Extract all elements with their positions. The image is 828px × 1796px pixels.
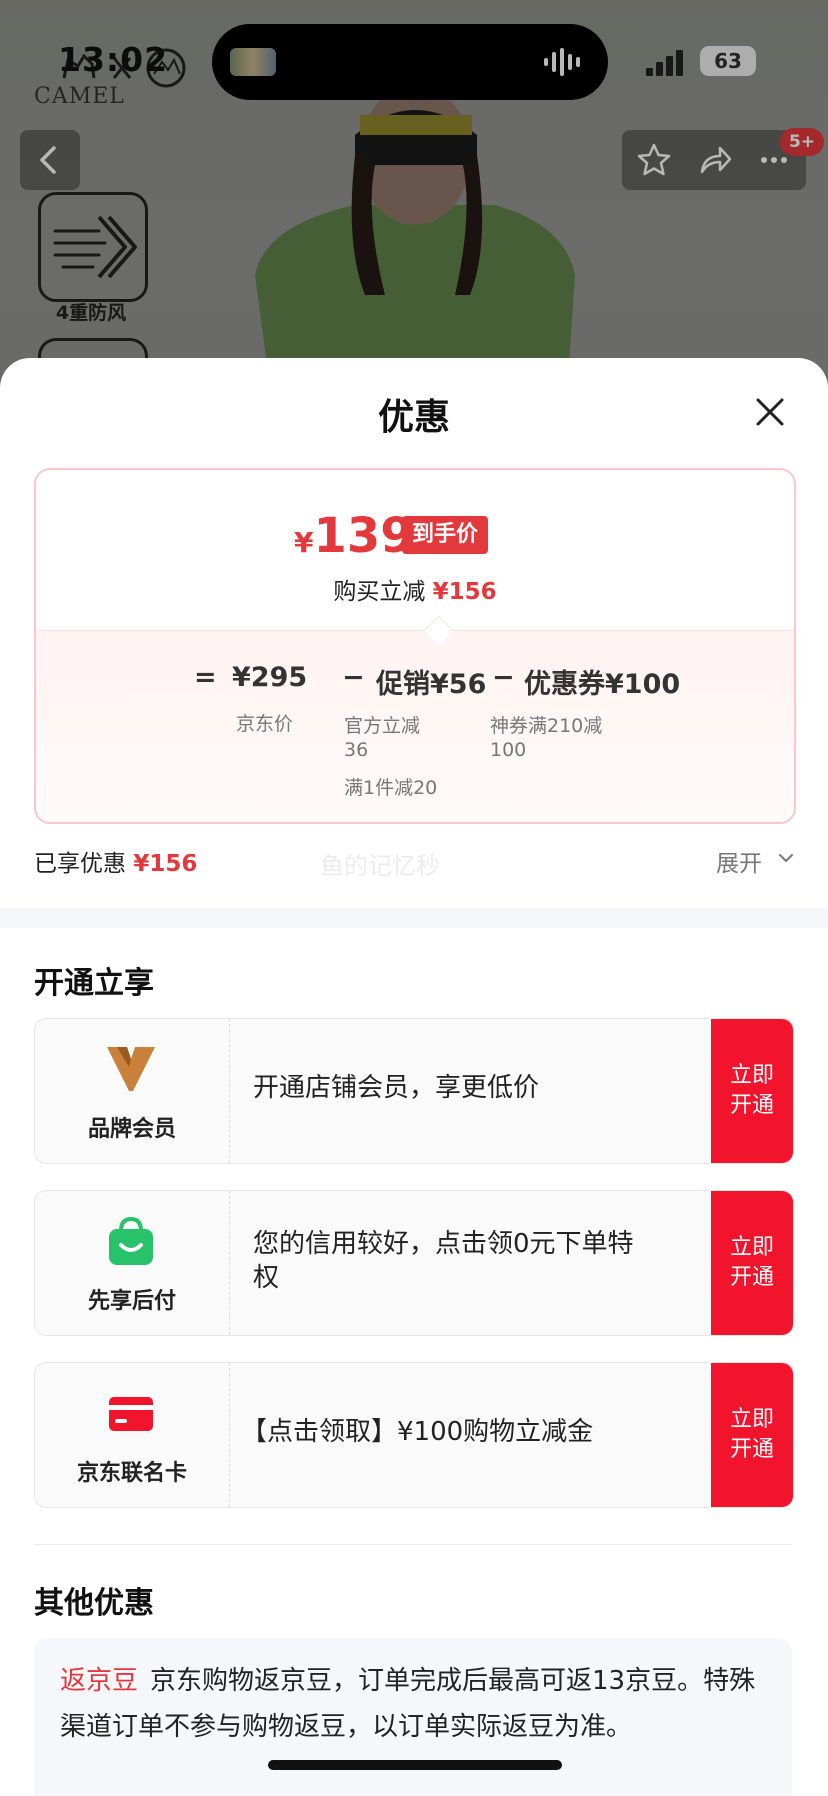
equals-sign: = [194, 662, 217, 693]
offer-brand-member[interactable]: 品牌会员 开通店铺会员，享更低价 立即开通 [34, 1018, 794, 1164]
activate-button-label: 立即开通 [729, 1407, 774, 1462]
minus-sign-2: − [492, 662, 515, 693]
reduce-amount: ¥156 [432, 579, 497, 605]
offer-co-brand-card[interactable]: 京东联名卡 【点击领取】¥100购物立减金 立即开通 [34, 1362, 794, 1508]
section-divider [0, 908, 828, 928]
final-price-currency: ¥ [294, 526, 314, 559]
brand-member-icon [107, 1047, 155, 1091]
pay-later-bag-icon [109, 1216, 153, 1265]
jd-bean-rebate-card: 返京豆 京东购物返京豆，订单完成后最高可返13京豆。特殊渠道订单不参与购物返豆，以… [34, 1638, 792, 1796]
activate-button[interactable]: 立即开通 [711, 1191, 793, 1335]
promo-detail-2: 36 [344, 739, 369, 761]
activate-button-label: 立即开通 [729, 1235, 774, 1290]
offer-label: 先享后付 [87, 1289, 176, 1314]
offer-left-panel: 京东联名卡 [35, 1363, 230, 1507]
offer-label: 品牌会员 [87, 1117, 176, 1142]
base-price-label: 京东价 [236, 713, 294, 735]
enjoyed-label: 已享优惠 [34, 851, 126, 877]
final-price: ¥139 [294, 508, 414, 564]
offer-left-panel: 品牌会员 [35, 1019, 230, 1163]
offer-description: 【点击领取】¥100购物立减金 [241, 1417, 594, 1447]
close-icon[interactable] [750, 392, 790, 432]
jd-bean-description: 京东购物返京豆，订单完成后最高可返13京豆。特殊渠道订单不参与购物返豆，以订单实… [60, 1666, 756, 1742]
final-price-value: 139 [313, 508, 414, 564]
price-breakdown-card: ¥139 到手价 购买立减 ¥156 = ¥295 − 促销¥56 − 优惠券¥… [34, 468, 796, 824]
user-watermark: 鱼的记忆秒 [320, 852, 440, 880]
other-section-title: 其他优惠 [34, 1586, 154, 1621]
promo-detail-1: 官方立减 [344, 715, 421, 737]
offer-description: 开通店铺会员，享更低价 [253, 1073, 540, 1103]
final-price-tag: 到手价 [402, 516, 489, 554]
enjoyed-amount: ¥156 [133, 851, 198, 877]
coupon-detail-1: 神券满210减 [490, 715, 603, 737]
offer-description: 您的信用较好，点击领0元下单特权 [253, 1229, 634, 1293]
expand-button[interactable]: 展开 [716, 844, 762, 878]
jd-bean-tag: 返京豆 [60, 1666, 139, 1696]
enjoyed-discount: 已享优惠 ¥156 [34, 844, 197, 878]
offer-pay-later[interactable]: 先享后付 您的信用较好，点击领0元下单特权 立即开通 [34, 1190, 794, 1336]
discount-bottom-sheet: 优惠 ¥139 到手价 购买立减 ¥156 = ¥295 − 促销¥56 − 优… [0, 358, 828, 1796]
co-brand-card-icon [109, 1397, 153, 1431]
coupon-detail-2: 100 [490, 739, 527, 761]
coupon-amount: 优惠券¥100 [524, 669, 681, 700]
reduce-label: 购买立减 [333, 579, 426, 605]
offer-left-panel: 先享后付 [35, 1191, 230, 1335]
home-indicator[interactable] [268, 1760, 562, 1770]
promo-detail-3: 满1件减20 [344, 777, 438, 799]
activate-button[interactable]: 立即开通 [711, 1019, 793, 1163]
sheet-title: 优惠 [377, 397, 450, 438]
open-section-title: 开通立享 [34, 966, 154, 1001]
chevron-down-icon[interactable] [776, 848, 796, 868]
jd-bean-rebate-text: 返京豆 京东购物返京豆，订单完成后最高可返13京豆。特殊渠道订单不参与购物返豆，以… [60, 1658, 770, 1750]
purchase-reduce-line: 购买立减 ¥156 [36, 572, 794, 606]
activate-button[interactable]: 立即开通 [711, 1363, 793, 1507]
base-price: ¥295 [232, 662, 308, 693]
activate-button-label: 立即开通 [729, 1063, 774, 1118]
minus-sign-1: − [342, 662, 365, 693]
section-separator [34, 1544, 792, 1545]
offer-label: 京东联名卡 [76, 1461, 187, 1486]
page-dim-overlay [0, 0, 828, 400]
promo-amount: 促销¥56 [376, 669, 487, 700]
